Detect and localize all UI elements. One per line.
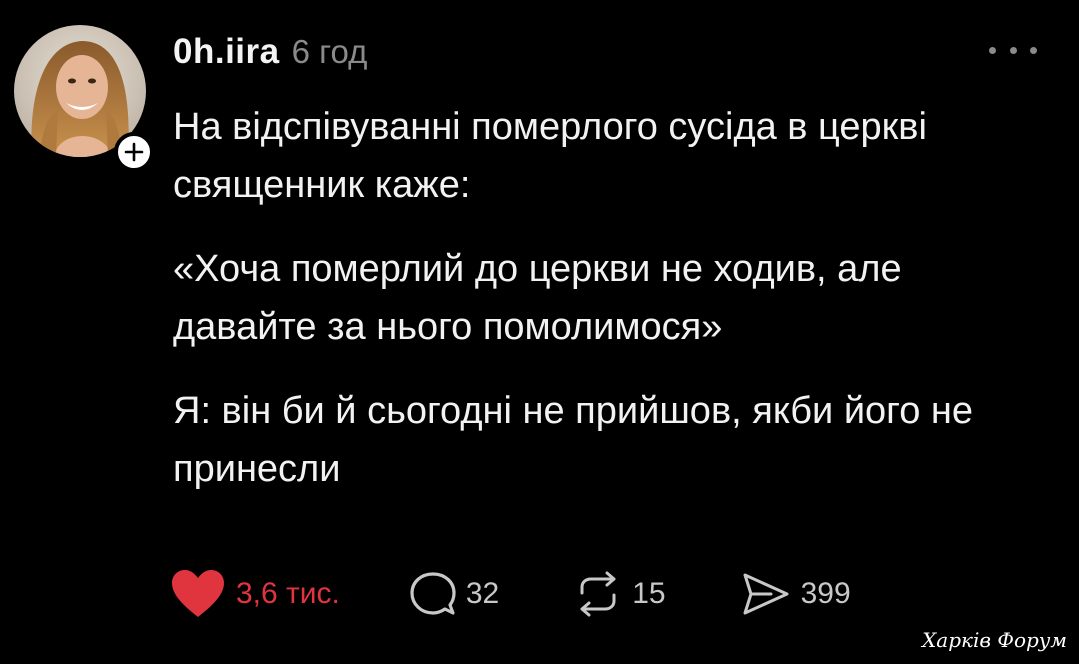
avatar-container[interactable] (14, 25, 154, 172)
post-header: 0h.iira 6 год (173, 32, 367, 80)
watermark: Харків Форум (922, 628, 1067, 652)
post-paragraph: «Хоча померлий до церкви не ходив, але д… (173, 248, 902, 348)
repost-arrows-icon (580, 571, 616, 617)
repost-button[interactable]: 15 (574, 571, 666, 617)
post-paragraph: Я: він би й сьогодні не прийшов, якби йо… (173, 390, 974, 490)
username[interactable]: 0h.iira (173, 32, 280, 72)
reply-button[interactable]: 32 (410, 571, 499, 617)
action-bar: 3,6 тис. 32 15 399 (170, 566, 851, 622)
heart-icon (172, 570, 224, 617)
like-button[interactable]: 3,6 тис. (170, 569, 340, 619)
send-icon (743, 573, 789, 615)
more-options-button[interactable] (989, 38, 1037, 62)
follow-button[interactable] (114, 132, 154, 172)
share-button[interactable]: 399 (741, 571, 851, 617)
comment-bubble-icon (410, 572, 456, 615)
ellipsis-icon-dot (1030, 46, 1037, 54)
timestamp[interactable]: 6 год (292, 33, 368, 71)
post-text: На відспівуванні померлого сусіда в церк… (173, 98, 1053, 524)
ellipsis-icon-dot (989, 46, 996, 54)
like-count: 3,6 тис. (236, 577, 340, 610)
plus-icon (124, 142, 144, 162)
ellipsis-icon-dot (1009, 46, 1017, 54)
share-count: 399 (800, 577, 851, 610)
repost-count: 15 (632, 577, 666, 610)
post-paragraph: На відспівуванні померлого сусіда в церк… (173, 106, 927, 206)
reply-count: 32 (465, 577, 500, 610)
